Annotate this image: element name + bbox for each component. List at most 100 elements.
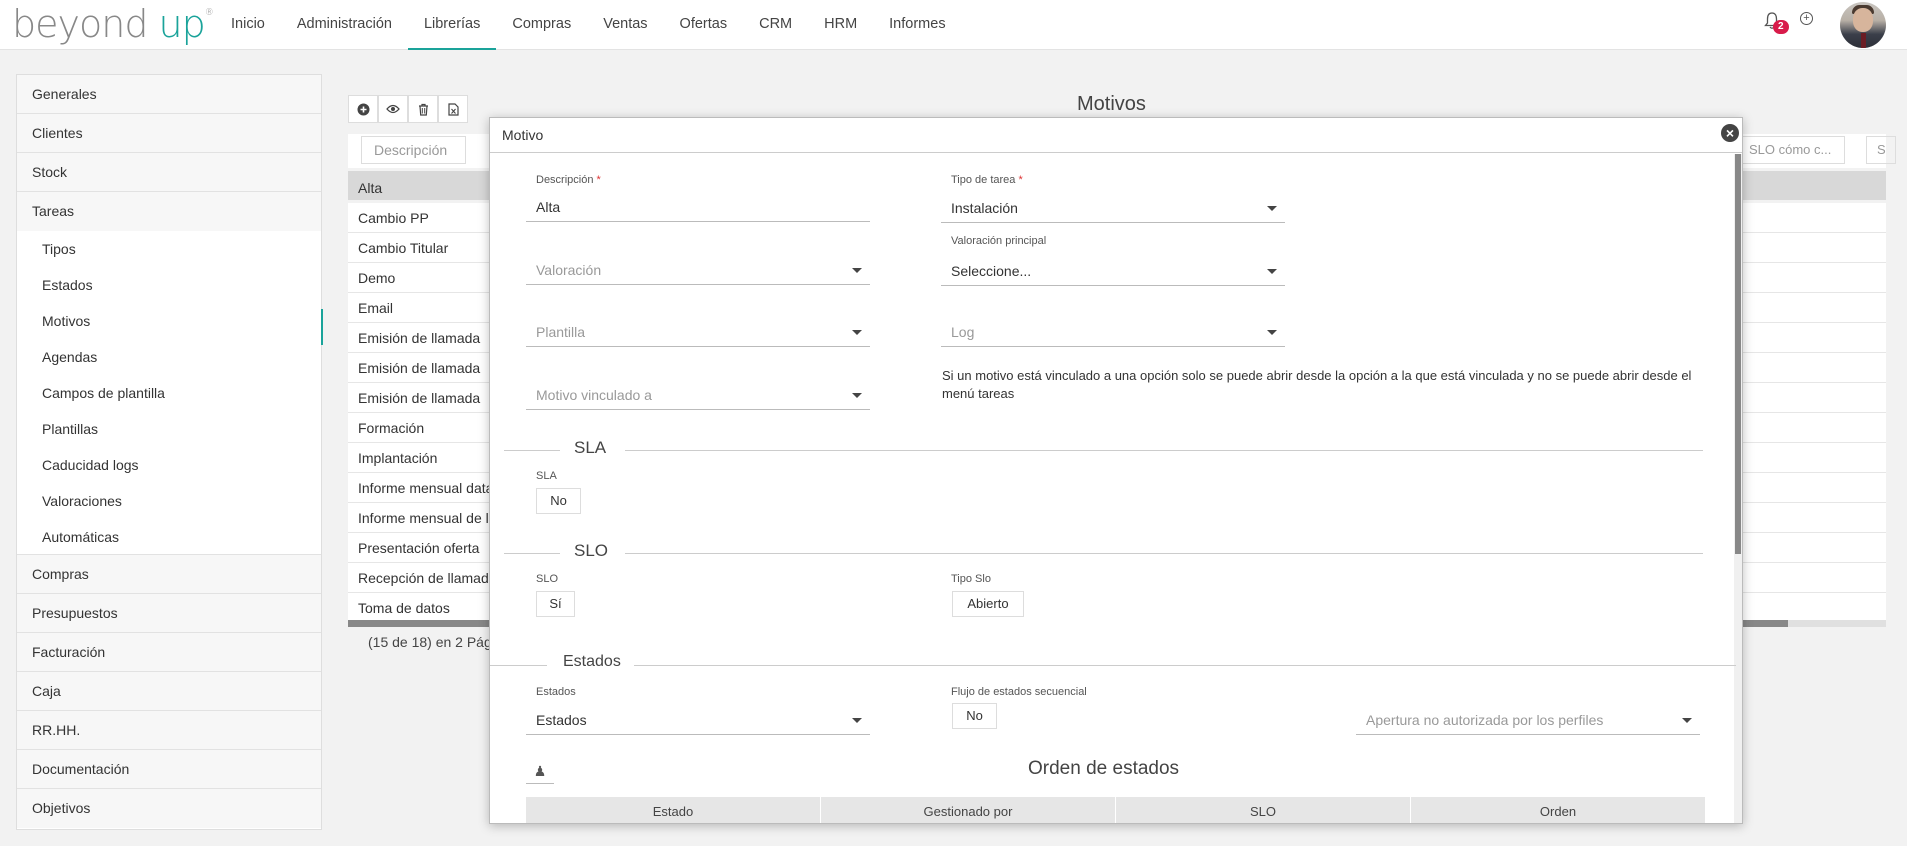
brand-name-accent: up <box>158 2 206 46</box>
sidebar-sub-caducidad-logs[interactable]: Caducidad logs <box>17 447 321 483</box>
apertura-placeholder: Apertura no autorizada por los perfiles <box>1366 712 1604 728</box>
estados-section-header: Estados <box>490 653 1736 675</box>
grid-toolbar <box>348 95 468 123</box>
add-circle-icon[interactable]: + <box>1800 12 1813 25</box>
tipo-tarea-select[interactable]: Instalación <box>941 193 1285 223</box>
flujo-label: Flujo de estados secuencial <box>951 686 1087 698</box>
scrollbar-thumb[interactable] <box>1735 154 1741 554</box>
dialog-vertical-scrollbar[interactable] <box>1734 154 1742 823</box>
sidebar-item-caja[interactable]: Caja <box>17 672 321 711</box>
valoracion-principal-select[interactable]: Seleccione... <box>941 256 1285 286</box>
add-button[interactable] <box>348 95 378 123</box>
top-navbar: beyond up® Inicio Administración Librerí… <box>0 0 1907 50</box>
sidebar-item-clientes[interactable]: Clientes <box>17 114 321 153</box>
avatar-tie <box>1861 33 1866 48</box>
sidebar-item-rrhh[interactable]: RR.HH. <box>17 711 321 750</box>
delete-button[interactable] <box>408 95 438 123</box>
sidebar-sub-agendas[interactable]: Agendas <box>17 339 321 375</box>
vinculado-note: Si un motivo está vinculado a una opción… <box>942 368 1692 401</box>
brand-mark: ® <box>204 8 214 18</box>
nav-item-ofertas[interactable]: Ofertas <box>664 0 744 50</box>
column-header-estado[interactable]: Estado <box>526 797 821 823</box>
valoracion-select[interactable]: Valoración <box>526 255 870 285</box>
sidebar-sub-tipos[interactable]: Tipos <box>17 231 321 267</box>
plantilla-placeholder: Plantilla <box>536 324 586 340</box>
motivo-vinculado-select[interactable]: Motivo vinculado a <box>526 380 870 410</box>
section-divider <box>634 665 1736 666</box>
sidebar-sub-campos-plantilla[interactable]: Campos de plantilla <box>17 375 321 411</box>
sla-toggle[interactable]: No <box>536 488 581 514</box>
sidebar-sub-plantillas[interactable]: Plantillas <box>17 411 321 447</box>
view-button[interactable] <box>378 95 408 123</box>
plantilla-select[interactable]: Plantilla <box>526 317 870 347</box>
chevron-down-icon <box>1682 718 1692 723</box>
required-mark: * <box>1018 174 1023 186</box>
eye-icon <box>386 104 400 114</box>
motivo-dialog: Motivo × Descripción * Alta Tipo de tare… <box>489 117 1743 824</box>
sidebar-item-tareas[interactable]: Tareas <box>17 192 321 231</box>
sidebar-item-documentacion[interactable]: Documentación <box>17 750 321 789</box>
estados-section-title: Estados <box>563 653 621 670</box>
valoracion-principal-label: Valoración principal <box>951 235 1047 247</box>
tipo-tarea-label-text: Tipo de tarea <box>951 174 1016 186</box>
sidebar-item-compras[interactable]: Compras <box>17 555 321 594</box>
flujo-toggle[interactable]: No <box>952 703 997 729</box>
close-icon[interactable]: × <box>1721 124 1739 142</box>
motivo-vinculado-placeholder: Motivo vinculado a <box>536 387 652 403</box>
estados-select[interactable]: Estados <box>526 705 870 735</box>
sidebar-sub-estados[interactable]: Estados <box>17 267 321 303</box>
apertura-select[interactable]: Apertura no autorizada por los perfiles <box>1356 705 1700 735</box>
sidebar-sub-motivos[interactable]: Motivos <box>17 303 323 345</box>
nav-item-librerias[interactable]: Librerías <box>407 0 497 50</box>
sidebar-item-objetivos[interactable]: Objetivos <box>17 789 321 828</box>
descripcion-input[interactable]: Alta <box>526 192 870 222</box>
nav-item-compras[interactable]: Compras <box>496 0 587 50</box>
chevron-down-icon <box>1267 206 1277 211</box>
chevron-down-icon <box>1267 330 1277 335</box>
slo-filter-input[interactable]: SLO cómo c... <box>1738 136 1845 164</box>
slo-label: SLO <box>536 573 559 585</box>
nav-item-hrm[interactable]: HRM <box>808 0 873 50</box>
sidebar-sub-valoraciones[interactable]: Valoraciones <box>17 483 321 519</box>
orden-estados-title: Orden de estados <box>1028 758 1180 779</box>
main-nav: Inicio Administración Librerías Compras … <box>215 0 962 50</box>
user-avatar[interactable] <box>1840 2 1886 48</box>
grid-title: Motivos <box>1077 93 1146 115</box>
dialog-title: Motivo <box>490 118 1742 153</box>
export-excel-button[interactable] <box>438 95 468 123</box>
chevron-down-icon <box>852 268 862 273</box>
sidebar-item-presupuestos[interactable]: Presupuestos <box>17 594 321 633</box>
brand-name: beyond <box>12 2 159 46</box>
sidebar-item-generales[interactable]: Generales <box>17 75 321 114</box>
column-header-orden[interactable]: Orden <box>1411 797 1706 823</box>
column-header-gestionado-por[interactable]: Gestionado por <box>821 797 1116 823</box>
user-icon[interactable]: ♟ <box>526 758 554 784</box>
nav-item-ventas[interactable]: Ventas <box>587 0 663 50</box>
nav-item-crm[interactable]: CRM <box>743 0 808 50</box>
nav-item-inicio[interactable]: Inicio <box>215 0 281 50</box>
sidebar-sub-automaticas[interactable]: Automáticas <box>17 519 321 555</box>
tipo-slo-toggle[interactable]: Abierto <box>952 591 1024 617</box>
log-select[interactable]: Log <box>941 317 1285 347</box>
nav-item-informes[interactable]: Informes <box>873 0 961 50</box>
chevron-down-icon <box>852 718 862 723</box>
description-filter-input[interactable]: Descripción <box>361 136 466 164</box>
required-mark: * <box>596 174 601 186</box>
tipo-tarea-value: Instalación <box>951 200 1018 216</box>
s-filter-input[interactable]: S <box>1866 136 1896 164</box>
trash-icon <box>418 103 428 116</box>
avatar-face <box>1853 8 1873 32</box>
section-divider <box>625 553 1703 554</box>
notification-badge: 2 <box>1773 20 1789 34</box>
slo-toggle[interactable]: Sí <box>536 591 575 617</box>
log-placeholder: Log <box>951 324 975 340</box>
chevron-down-icon <box>1267 269 1277 274</box>
sla-section-title: SLA <box>574 438 607 457</box>
nav-item-administracion[interactable]: Administración <box>281 0 408 50</box>
descripcion-label-text: Descripción <box>536 174 594 186</box>
sidebar-item-stock[interactable]: Stock <box>17 153 321 192</box>
brand-logo[interactable]: beyond up® <box>12 2 214 46</box>
column-header-slo[interactable]: SLO <box>1116 797 1411 823</box>
sidebar-item-facturacion[interactable]: Facturación <box>17 633 321 672</box>
chevron-down-icon <box>852 393 862 398</box>
